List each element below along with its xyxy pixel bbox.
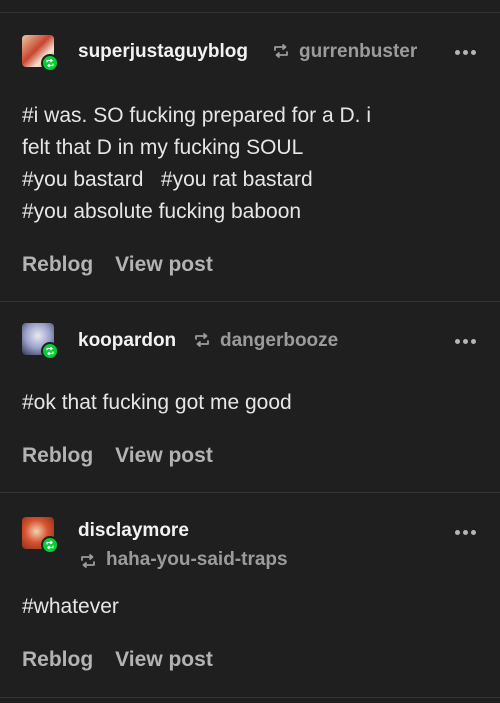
post-text-line: felt that D in my fucking SOUL [22,136,304,159]
post-divider [0,492,500,493]
reblogged-from-link[interactable]: dangerbooze [220,330,338,352]
avatar[interactable] [22,35,59,72]
reblog-button[interactable]: Reblog [22,253,93,277]
post-tags-line[interactable]: #ok that fucking got me good [22,387,470,419]
reblog-icon [274,44,288,58]
post-actions: Reblog View post [22,648,213,672]
view-post-button[interactable]: View post [115,648,213,672]
more-options-icon[interactable] [455,530,476,535]
view-post-button[interactable]: View post [115,253,213,277]
avatar[interactable] [22,517,59,554]
reblog-icon [81,554,95,568]
reblog-button[interactable]: Reblog [22,444,93,468]
avatar[interactable] [22,323,59,360]
post-body: #whatever [22,591,470,623]
reblog-icon [195,333,209,347]
reblogged-from-link[interactable]: gurrenbuster [299,41,417,63]
post-body: #i was. SO fucking prepared for a D. i f… [22,100,470,228]
post-tags-line[interactable]: #you absolute fucking baboon [22,196,470,228]
post-author[interactable]: superjustaguyblog [78,41,248,63]
post-text-line: #i was. SO fucking prepared for a D. i [22,104,371,127]
reblog-badge-icon [41,342,59,360]
reblog-badge-icon [41,536,59,554]
post-actions: Reblog View post [22,444,213,468]
post-divider [0,301,500,302]
top-divider [0,12,500,13]
post-author[interactable]: disclaymore [78,520,189,542]
post-body: #ok that fucking got me good [22,387,470,419]
post-tags-line[interactable]: #you bastard #you rat bastard [22,164,470,196]
post-author[interactable]: koopardon [78,330,176,352]
reblog-button[interactable]: Reblog [22,648,93,672]
more-options-icon[interactable] [455,339,476,344]
post-tags-line[interactable]: #whatever [22,591,470,623]
reblogged-from-link[interactable]: haha-you-said-traps [106,549,288,571]
post-divider [0,697,500,698]
more-options-icon[interactable] [455,50,476,55]
reblog-badge-icon [41,54,59,72]
post-actions: Reblog View post [22,253,213,277]
view-post-button[interactable]: View post [115,444,213,468]
